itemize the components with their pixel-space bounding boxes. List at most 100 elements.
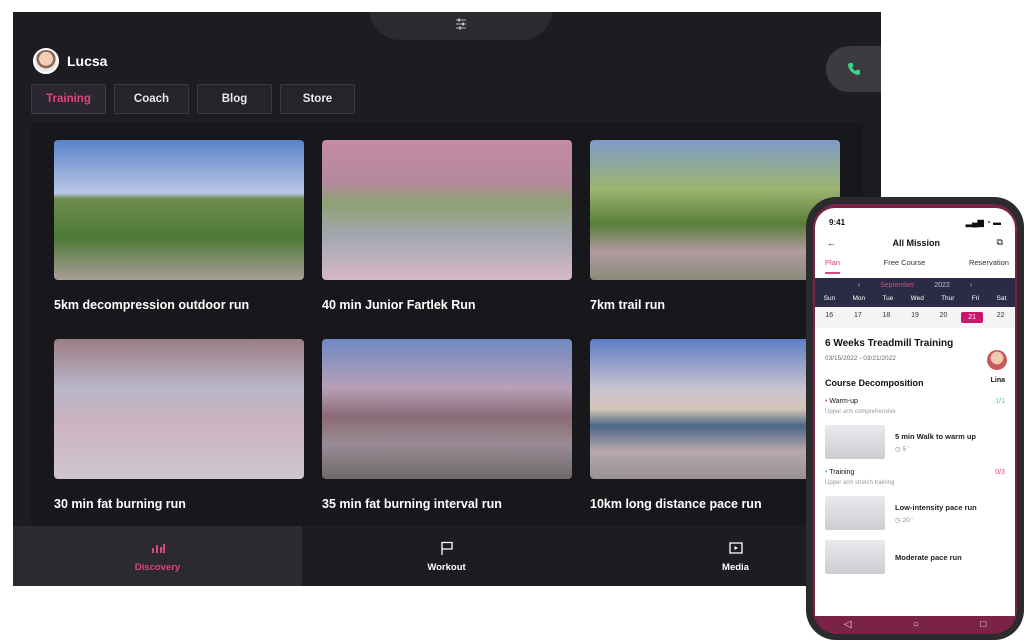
exercise-duration: 20 ' — [902, 516, 913, 524]
exercise-title: 5 min Walk to warm up — [895, 431, 976, 441]
course-card[interactable]: 35 min fat burning interval run — [322, 339, 572, 517]
flag-icon — [440, 541, 453, 555]
scan-icon[interactable]: ⧉ — [997, 237, 1003, 248]
plan-title: 6 Weeks Treadmill Training — [825, 338, 954, 349]
tab-free-course[interactable]: Free Course — [884, 258, 926, 274]
course-thumbnail — [590, 140, 840, 280]
nav-label: Media — [722, 561, 749, 573]
username: Lucsa — [67, 53, 108, 69]
system-nav-bar: ◁ ○ □ — [813, 616, 1017, 632]
nav-label: Workout — [427, 561, 466, 573]
phase-subtitle: Upper arm comprehensive — [825, 409, 896, 415]
bottom-nav: Discovery Workout Media — [13, 526, 881, 586]
phone-device: 9:41 ▂▄▆ ◔ ▬ ← All Mission ⧉ Plan Free C… — [806, 197, 1024, 640]
date-cell[interactable]: 17 — [847, 312, 869, 323]
date-cell[interactable]: 19 — [904, 312, 926, 323]
exercise-title: Low-intensity pace run — [895, 502, 977, 512]
nav-workout[interactable]: Workout — [302, 526, 591, 586]
weekday: Mon — [852, 295, 866, 302]
exercise-duration: 5 ' — [902, 445, 910, 453]
date-cell[interactable]: 16 — [818, 312, 840, 323]
course-title: 5km decompression outdoor run — [54, 298, 250, 312]
phase-header: • Warm-up 1/1 — [815, 388, 1015, 405]
course-card[interactable]: 30 min fat burning run — [54, 339, 304, 517]
phase-progress: 0/3 — [995, 469, 1005, 476]
nav-discovery[interactable]: Discovery — [13, 526, 302, 586]
course-thumbnail — [54, 140, 304, 280]
phase-header: • Training 0/3 — [815, 459, 1015, 476]
calendar-header: ‹ September 2022 › — [815, 278, 1015, 292]
exercise-item[interactable]: Low-intensity pace run ◷ 20 ' — [815, 486, 1015, 530]
page-title: All Mission — [892, 237, 941, 248]
section-title: Course Decomposition — [825, 378, 924, 388]
tab-training[interactable]: Training — [31, 84, 106, 114]
tab-plan[interactable]: Plan — [825, 258, 841, 274]
recents-icon[interactable]: □ — [980, 619, 986, 630]
course-thumbnail — [322, 140, 572, 280]
course-panel: 5km decompression outdoor run 40 min Jun… — [31, 122, 863, 527]
course-thumbnail — [322, 339, 572, 479]
coach-avatar[interactable] — [987, 350, 1007, 370]
date-cell[interactable]: 18 — [875, 312, 897, 323]
date-row: 16 17 18 19 20 21 22 — [815, 307, 1015, 328]
filter-toggle[interactable] — [369, 12, 553, 40]
phase-subtitle: Upper arm stretch training — [825, 480, 895, 486]
course-card[interactable]: 10km long distance pace run — [590, 339, 840, 517]
course-card[interactable]: 5km decompression outdoor run — [54, 140, 304, 318]
weekday: Sun — [823, 295, 836, 302]
call-button[interactable] — [826, 46, 881, 92]
week-calendar: ‹ September 2022 › Sun Mon Tue Wed Thur … — [815, 278, 1015, 328]
coach-name: Lina — [990, 377, 1005, 384]
phase-name: Training — [829, 469, 855, 476]
discovery-icon — [151, 543, 165, 553]
back-arrow-icon[interactable]: ← — [827, 238, 836, 248]
exercise-title: Moderate pace run — [895, 552, 962, 562]
weekday-row: Sun Mon Tue Wed Thur Fri Sat — [815, 292, 1015, 307]
plan-dates: 03/15/2022 - 03/21/2022 — [825, 355, 896, 362]
nav-label: Discovery — [134, 561, 181, 573]
tab-reservation[interactable]: Reservation — [969, 258, 1009, 274]
next-month-icon[interactable]: › — [970, 282, 972, 289]
calendar-year: 2022 — [934, 282, 950, 289]
signal-wifi-battery-icon: ▂▄▆ ◔ ▬ — [965, 218, 1001, 227]
media-icon — [728, 541, 743, 554]
avatar — [33, 48, 59, 74]
exercise-item[interactable]: Moderate pace run — [815, 530, 1015, 574]
date-cell-selected[interactable]: 21 — [961, 312, 984, 323]
user-profile[interactable]: Lucsa — [33, 48, 107, 74]
date-cell[interactable]: 22 — [990, 312, 1012, 323]
phone-screen: 9:41 ▂▄▆ ◔ ▬ ← All Mission ⧉ Plan Free C… — [815, 208, 1015, 616]
course-card[interactable]: 40 min Junior Fartlek Run — [322, 140, 572, 318]
exercise-item[interactable]: 5 min Walk to warm up ◷ 5 ' — [815, 415, 1015, 459]
status-bar: 9:41 ▂▄▆ ◔ ▬ — [815, 208, 1015, 227]
tablet-app: Lucsa Training Coach Blog Store 5km deco… — [13, 12, 881, 586]
home-icon[interactable]: ○ — [913, 619, 919, 630]
sliders-icon — [456, 18, 466, 30]
exercise-thumbnail — [825, 496, 885, 530]
weekday: Thur — [941, 295, 955, 302]
calendar-month: September — [880, 282, 915, 289]
status-time: 9:41 — [829, 218, 846, 227]
course-title: 40 min Junior Fartlek Run — [322, 298, 476, 312]
tab-blog[interactable]: Blog — [197, 84, 272, 114]
course-card[interactable]: 7km trail run — [590, 140, 840, 318]
phase-name: Warm-up — [829, 398, 858, 405]
weekday: Tue — [882, 295, 894, 302]
tab-coach[interactable]: Coach — [114, 84, 189, 114]
course-title: 10km long distance pace run — [590, 497, 762, 511]
phone-icon — [847, 63, 860, 75]
top-tabs: Training Coach Blog Store — [31, 84, 355, 114]
app-bar: ← All Mission ⧉ — [815, 227, 1015, 248]
weekday: Sat — [996, 295, 1007, 302]
tab-store[interactable]: Store — [280, 84, 355, 114]
phone-tabs: Plan Free Course Reservation — [815, 248, 1015, 274]
phase-progress: 1/1 — [995, 398, 1005, 405]
weekday: Wed — [910, 295, 924, 302]
course-title: 7km trail run — [590, 298, 666, 312]
prev-month-icon[interactable]: ‹ — [858, 282, 860, 289]
date-cell[interactable]: 20 — [933, 312, 955, 323]
back-icon[interactable]: ◁ — [844, 619, 852, 630]
course-thumbnail — [590, 339, 840, 479]
course-thumbnail — [54, 339, 304, 479]
exercise-thumbnail — [825, 425, 885, 459]
